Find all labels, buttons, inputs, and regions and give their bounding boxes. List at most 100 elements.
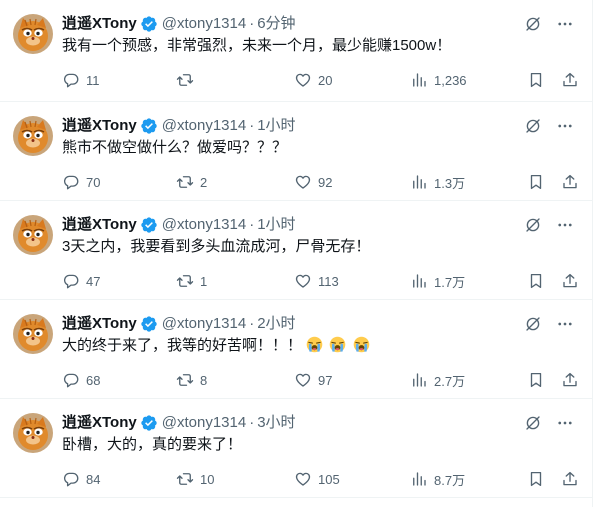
tweet[interactable]: 逍遥XTony @xtony1314 · 6分钟 我有一个预感，非常强烈，未来一… [0, 0, 592, 102]
bookmark-icon[interactable] [527, 173, 545, 191]
views-icon [413, 472, 426, 486]
retweet-button[interactable]: 8 [176, 371, 294, 389]
avatar[interactable] [13, 314, 53, 354]
more-icon[interactable] [556, 117, 574, 135]
retweet-button[interactable] [176, 71, 294, 89]
tweet-header: 逍遥XTony @xtony1314 · 1小时 [62, 215, 582, 235]
retweet-button[interactable]: 2 [176, 173, 294, 191]
like-button[interactable]: 20 [294, 71, 410, 89]
verified-badge-icon [141, 118, 157, 134]
view-count: 1.3万 [434, 175, 466, 191]
handle[interactable]: @xtony1314 [162, 413, 246, 433]
reply-icon [63, 274, 79, 289]
verified-badge-icon [141, 217, 157, 233]
more-icon[interactable] [556, 414, 574, 432]
separator-dot: · [249, 216, 255, 233]
grok-icon[interactable] [524, 315, 542, 333]
handle[interactable]: @xtony1314 [162, 215, 246, 235]
view-count: 1.7万 [434, 274, 466, 290]
reply-button[interactable]: 84 [62, 470, 176, 488]
tweet[interactable]: 逍遥XTony @xtony1314 · 3小时 卧槽，大的，真的要来了！ 84… [0, 399, 592, 498]
verified-badge-icon [141, 16, 157, 32]
handle[interactable]: @xtony1314 [162, 14, 246, 34]
like-icon [295, 73, 311, 87]
reply-count: 70 [86, 174, 101, 190]
reply-button[interactable]: 47 [62, 272, 176, 290]
avatar[interactable] [13, 413, 53, 453]
grok-icon[interactable] [524, 117, 542, 135]
like-count: 20 [318, 72, 333, 88]
tweet-actions: 70 2 92 1.3万 [62, 172, 584, 192]
verified-badge-icon [141, 415, 157, 431]
timestamp[interactable]: 1小时 [257, 215, 295, 235]
reply-button[interactable]: 68 [62, 371, 176, 389]
timestamp[interactable]: 3小时 [257, 413, 295, 433]
more-icon[interactable] [556, 216, 574, 234]
reply-button[interactable]: 70 [62, 173, 176, 191]
bookmark-icon[interactable] [527, 470, 545, 488]
tweet-header: 逍遥XTony @xtony1314 · 6分钟 [62, 14, 582, 34]
reply-count: 68 [86, 372, 101, 388]
tweet-text-content: 3天之内，我要看到多头血流成河，尸骨无存！ [62, 238, 371, 255]
tweet[interactable]: 逍遥XTony @xtony1314 · 2小时 大的终于来了，我等的好苦啊！！… [0, 300, 592, 399]
avatar[interactable] [13, 116, 53, 156]
separator-dot: · [249, 414, 255, 431]
display-name[interactable]: 逍遥XTony [62, 314, 137, 334]
handle[interactable]: @xtony1314 [162, 116, 246, 136]
views-icon [413, 274, 426, 288]
views-button[interactable]: 1.3万 [410, 173, 527, 192]
bookmark-icon[interactable] [527, 371, 545, 389]
reply-count: 84 [86, 471, 101, 487]
share-icon[interactable] [561, 371, 579, 389]
views-button[interactable]: 2.7万 [410, 371, 527, 390]
share-icon[interactable] [561, 71, 579, 89]
view-count: 1,236 [434, 72, 467, 88]
reply-icon [63, 175, 79, 190]
tweet-actions: 68 8 97 2.7万 [62, 370, 584, 390]
avatar-cat-icon [13, 413, 53, 453]
display-name[interactable]: 逍遥XTony [62, 14, 137, 34]
display-name[interactable]: 逍遥XTony [62, 413, 137, 433]
tweet[interactable]: 逍遥XTony @xtony1314 · 1小时 3天之内，我要看到多头血流成河… [0, 201, 592, 300]
tweet[interactable]: 逍遥XTony @xtony1314 · 1小时 熊市不做空做什么？做爱吗？？？… [0, 102, 592, 201]
share-icon[interactable] [561, 272, 579, 290]
bookmark-icon[interactable] [527, 272, 545, 290]
retweet-icon [176, 374, 194, 386]
reply-button[interactable]: 11 [62, 71, 176, 89]
like-count: 113 [318, 273, 339, 289]
retweet-icon [176, 176, 194, 188]
display-name[interactable]: 逍遥XTony [62, 215, 137, 235]
retweet-button[interactable]: 10 [176, 470, 294, 488]
avatar[interactable] [13, 215, 53, 255]
share-icon[interactable] [561, 470, 579, 488]
like-icon [295, 175, 311, 189]
views-button[interactable]: 1,236 [410, 71, 527, 89]
like-icon [295, 274, 311, 288]
avatar-cat-icon [13, 215, 53, 255]
timestamp[interactable]: 2小时 [257, 314, 295, 334]
grok-icon[interactable] [524, 216, 542, 234]
views-icon [413, 175, 426, 189]
grok-icon[interactable] [524, 414, 542, 432]
timestamp[interactable]: 6分钟 [257, 14, 295, 34]
share-icon[interactable] [561, 173, 579, 191]
reply-count: 47 [86, 273, 101, 289]
like-button[interactable]: 97 [294, 371, 410, 389]
retweet-button[interactable]: 1 [176, 272, 294, 290]
more-icon[interactable] [556, 315, 574, 333]
more-icon[interactable] [556, 15, 574, 33]
bookmark-icon[interactable] [527, 71, 545, 89]
like-button[interactable]: 105 [294, 470, 410, 488]
views-button[interactable]: 8.7万 [410, 470, 527, 489]
views-icon [413, 73, 426, 87]
grok-icon[interactable] [524, 15, 542, 33]
timestamp[interactable]: 1小时 [257, 116, 295, 136]
avatar-cat-icon [13, 314, 53, 354]
display-name[interactable]: 逍遥XTony [62, 116, 137, 136]
tweet-header: 逍遥XTony @xtony1314 · 2小时 [62, 314, 582, 334]
like-button[interactable]: 92 [294, 173, 410, 191]
avatar[interactable] [13, 14, 53, 54]
handle[interactable]: @xtony1314 [162, 314, 246, 334]
views-button[interactable]: 1.7万 [410, 272, 527, 291]
like-button[interactable]: 113 [294, 272, 410, 290]
